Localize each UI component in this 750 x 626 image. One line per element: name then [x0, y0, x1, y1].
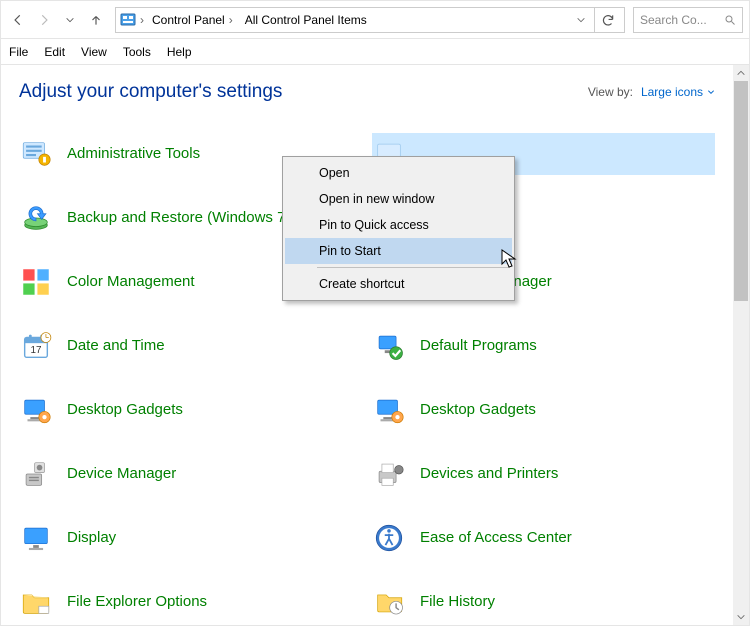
gadget-icon [372, 393, 406, 427]
chevron-right-icon: › [140, 13, 144, 27]
control-panel-icon [120, 12, 136, 28]
chevron-down-icon [707, 88, 715, 96]
breadcrumb-all-items[interactable]: All Control Panel Items [241, 8, 371, 32]
menu-tools[interactable]: Tools [123, 45, 151, 59]
cp-item-label: Default Programs [420, 336, 537, 356]
scroll-track[interactable] [733, 81, 749, 609]
ctx-separator [317, 267, 510, 268]
cp-item-label: Ease of Access Center [420, 528, 572, 548]
cp-item-label: Color Management [67, 272, 195, 292]
view-by-label: View by: [588, 85, 633, 99]
refresh-button[interactable] [594, 7, 620, 33]
cp-item[interactable]: File Explorer Options [19, 581, 362, 623]
cp-item-label: Desktop Gadgets [67, 400, 183, 420]
devprint-icon [372, 457, 406, 491]
menu-file[interactable]: File [9, 45, 28, 59]
address-bar[interactable]: › Control Panel › All Control Panel Item… [115, 7, 625, 33]
page-title: Adjust your computer's settings [19, 81, 282, 103]
menu-edit[interactable]: Edit [44, 45, 65, 59]
cp-item-label: Desktop Gadgets [420, 400, 536, 420]
header-row: Adjust your computer's settings View by:… [19, 81, 715, 103]
ease-icon [372, 521, 406, 555]
menu-bar: File Edit View Tools Help [1, 39, 749, 65]
search-input[interactable]: Search Co... [633, 7, 743, 33]
cp-item[interactable]: Device Manager [19, 453, 362, 495]
filehist-icon [372, 585, 406, 619]
cp-item[interactable]: Desktop Gadgets [372, 389, 715, 431]
gadget-icon [19, 393, 53, 427]
cp-item-label: Device Manager [67, 464, 176, 484]
ctx-open[interactable]: Open [285, 160, 512, 186]
up-button[interactable] [85, 9, 107, 31]
folderopt-icon [19, 585, 53, 619]
color-icon [19, 265, 53, 299]
content-area: Adjust your computer's settings View by:… [1, 65, 733, 625]
context-menu: Open Open in new window Pin to Quick acc… [282, 156, 515, 301]
ctx-create-shortcut[interactable]: Create shortcut [285, 271, 512, 297]
cp-item-label: Backup and Restore (Windows 7) [67, 208, 290, 228]
breadcrumb-label: Control Panel [152, 13, 225, 27]
scroll-down-button[interactable] [733, 609, 749, 625]
cp-item[interactable]: Display [19, 517, 362, 559]
cp-item[interactable]: 17 Date and Time [19, 325, 362, 367]
control-panel-window: › Control Panel › All Control Panel Item… [0, 0, 750, 626]
ctx-open-new-window[interactable]: Open in new window [285, 186, 512, 212]
scroll-up-button[interactable] [733, 65, 749, 81]
cp-item[interactable]: Default Programs [372, 325, 715, 367]
svg-text:17: 17 [30, 345, 42, 356]
cp-item[interactable]: Desktop Gadgets [19, 389, 362, 431]
vertical-scrollbar[interactable] [733, 65, 749, 625]
cp-item-label: Date and Time [67, 336, 165, 356]
backup-icon [19, 201, 53, 235]
breadcrumb-control-panel[interactable]: Control Panel › [148, 8, 237, 32]
back-button[interactable] [7, 9, 29, 31]
forward-button[interactable] [33, 9, 55, 31]
navigation-bar: › Control Panel › All Control Panel Item… [1, 1, 749, 39]
chevron-right-icon: › [229, 13, 233, 27]
default-icon [372, 329, 406, 363]
view-by-dropdown[interactable]: Large icons [641, 85, 715, 99]
recent-locations-dropdown[interactable] [59, 9, 81, 31]
cp-item-label: Administrative Tools [67, 144, 200, 164]
menu-view[interactable]: View [81, 45, 107, 59]
cp-item[interactable]: File History [372, 581, 715, 623]
search-placeholder: Search Co... [640, 13, 724, 27]
breadcrumb-label: All Control Panel Items [245, 13, 367, 27]
cp-item-label: File Explorer Options [67, 592, 207, 612]
menu-help[interactable]: Help [167, 45, 192, 59]
display-icon [19, 521, 53, 555]
cp-item[interactable]: Ease of Access Center [372, 517, 715, 559]
cp-item-label: File History [420, 592, 495, 612]
view-by-value: Large icons [641, 85, 703, 99]
cp-item[interactable]: Devices and Printers [372, 453, 715, 495]
date-icon: 17 [19, 329, 53, 363]
cp-item-label: Display [67, 528, 116, 548]
address-dropdown[interactable] [572, 15, 590, 25]
scroll-thumb[interactable] [734, 81, 748, 301]
ctx-pin-quick-access[interactable]: Pin to Quick access [285, 212, 512, 238]
cp-item-label: Devices and Printers [420, 464, 558, 484]
view-by-control: View by: Large icons [588, 85, 715, 99]
search-icon [724, 14, 736, 26]
ctx-pin-start[interactable]: Pin to Start [285, 238, 512, 264]
admin-icon [19, 137, 53, 171]
devmgr-icon [19, 457, 53, 491]
